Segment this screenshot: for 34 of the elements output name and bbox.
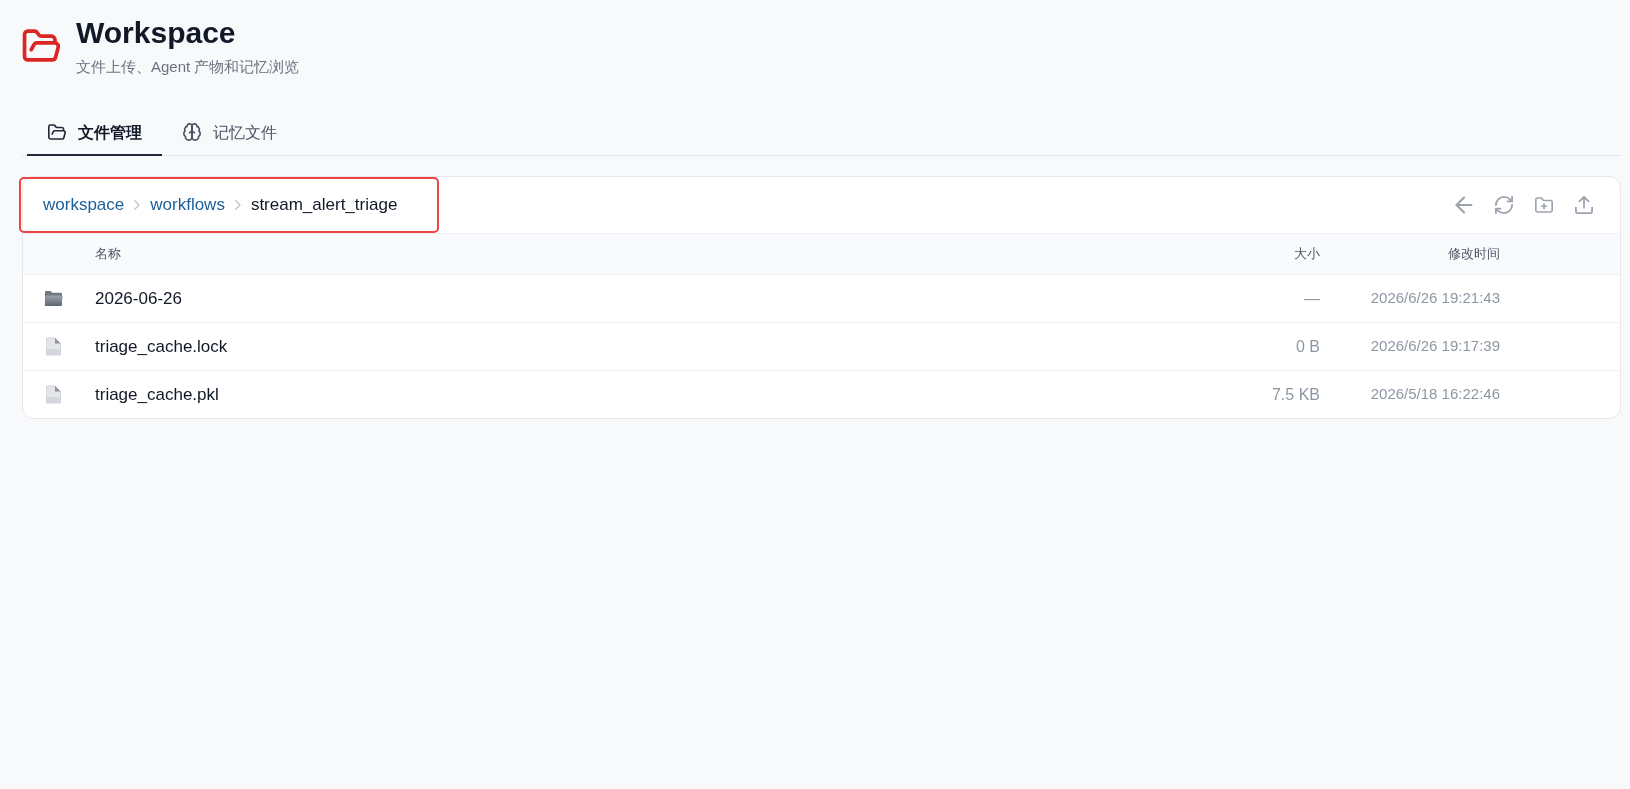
file-size: — xyxy=(1304,289,1320,307)
modified-time: 2026/6/26 19:21:43 xyxy=(1370,289,1500,307)
refresh-icon xyxy=(1495,196,1513,214)
file-name: triage_cache.lock xyxy=(95,336,228,356)
modified-time: 2026/5/18 16:22:46 xyxy=(1370,385,1500,403)
modified-time: 2026/6/26 19:17:39 xyxy=(1370,337,1500,355)
chevron-right-icon xyxy=(134,199,141,210)
file-size: 0 B xyxy=(1296,337,1320,355)
file-row[interactable]: triage_cache.pkl 7.5 KB 2026/5/18 16:22:46 xyxy=(23,370,1620,418)
upload-icon xyxy=(1575,196,1593,214)
brain-icon xyxy=(183,123,201,141)
breadcrumb-link[interactable]: workflows xyxy=(150,194,225,215)
folder-icon xyxy=(48,123,66,141)
column-header: 修改时间 xyxy=(1448,246,1500,262)
chevron-right-icon xyxy=(234,199,241,210)
file-icon xyxy=(44,385,63,404)
column-header: 名称 xyxy=(95,246,121,262)
column-header: 大小 xyxy=(1294,246,1320,262)
file-name: 2026-06-26 xyxy=(95,288,182,308)
breadcrumb-current: stream_alert_triage xyxy=(250,194,398,215)
folder-icon xyxy=(44,289,63,308)
folder-plus-icon xyxy=(1535,196,1553,214)
tab[interactable]: 文件管理 xyxy=(27,111,162,156)
file-name: triage_cache.pkl xyxy=(95,384,219,404)
page-title: Workspace xyxy=(76,15,237,51)
tab[interactable]: 记忆文件 xyxy=(162,111,297,156)
folder-icon xyxy=(22,29,60,62)
file-row[interactable]: triage_cache.lock 0 B 2026/6/26 19:17:39 xyxy=(23,322,1620,370)
page-subtitle: 文件上传、Agent 产物和记忆浏览 xyxy=(76,57,300,77)
breadcrumb-link[interactable]: workspace xyxy=(43,194,125,215)
file-row[interactable]: 2026-06-26 — 2026/6/26 19:21:43 xyxy=(23,274,1620,322)
file-size: 7.5 KB xyxy=(1271,385,1320,403)
arrow-left-icon xyxy=(1455,196,1473,214)
file-icon xyxy=(44,337,63,356)
